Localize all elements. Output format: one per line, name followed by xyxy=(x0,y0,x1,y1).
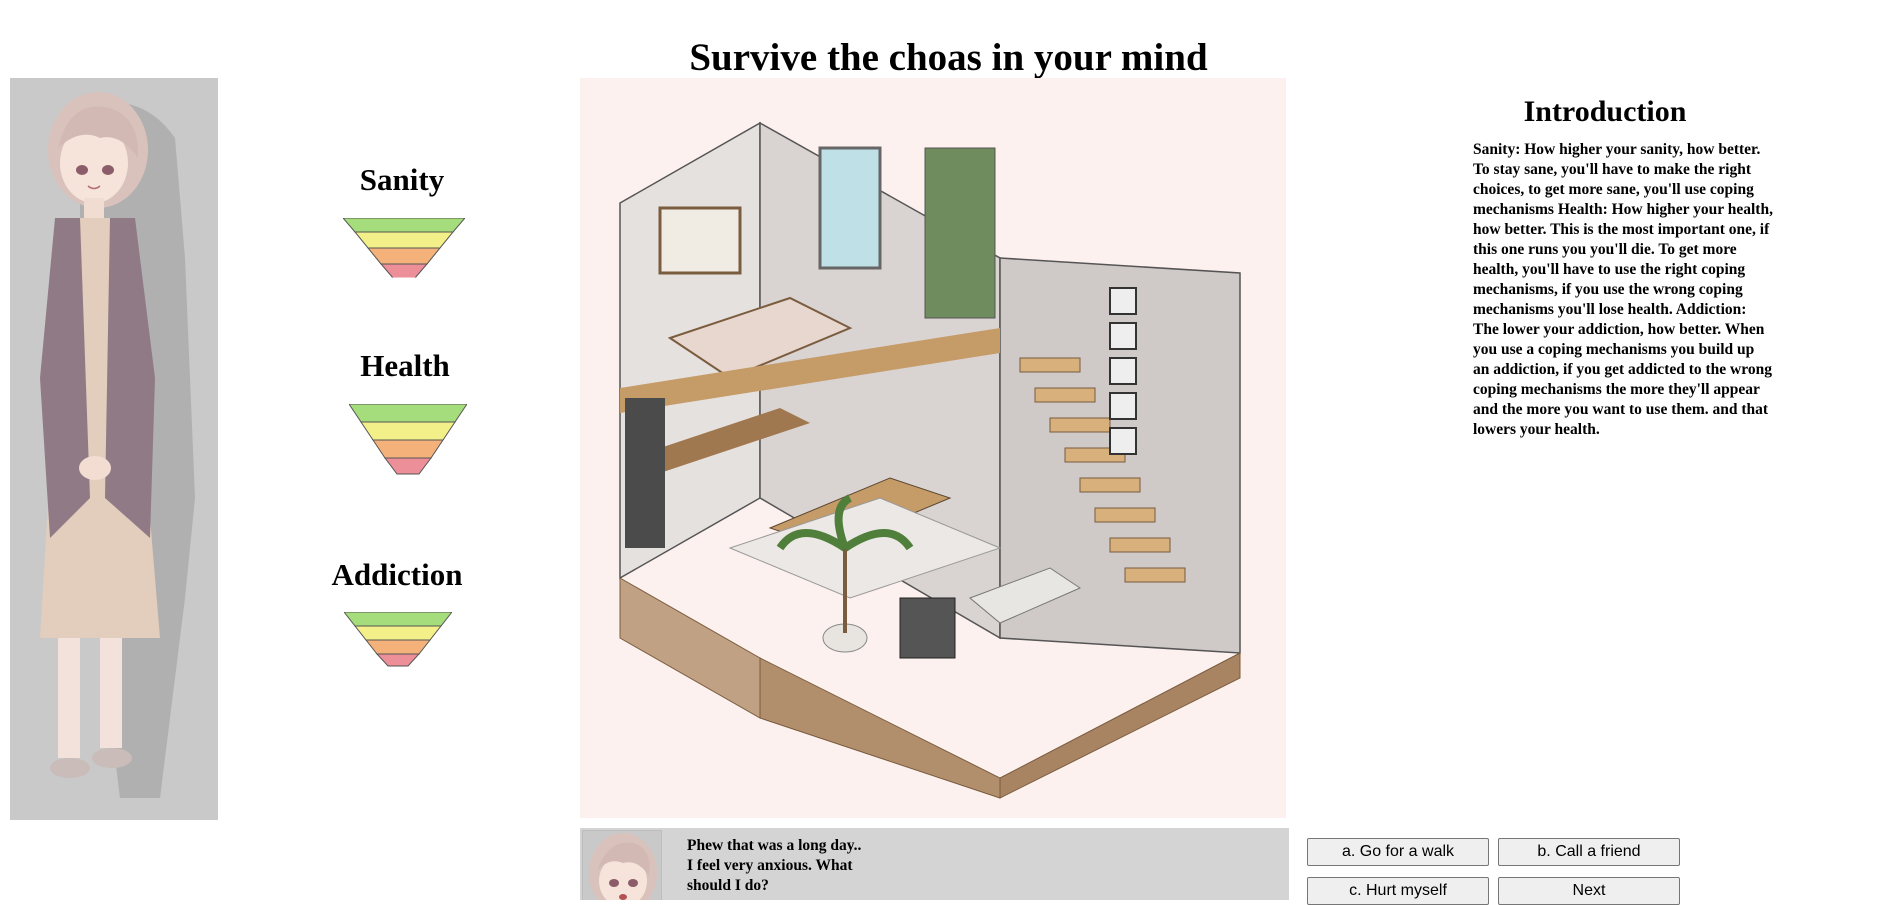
health-meter xyxy=(349,404,467,475)
choice-hurt-myself-button[interactable]: c. Hurt myself xyxy=(1307,877,1489,905)
introduction-text: Sanity: How higher your sanity, how bett… xyxy=(1473,141,1773,438)
sanity-label: Sanity xyxy=(359,162,445,197)
dialog-text: Phew that was a long day.. I feel very a… xyxy=(687,837,862,894)
choice-go-for-a-walk-button[interactable]: a. Go for a walk xyxy=(1307,838,1489,866)
room-scene xyxy=(580,78,1286,818)
choice-call-a-friend-button[interactable]: b. Call a friend xyxy=(1498,838,1680,866)
sanity-meter xyxy=(343,218,465,291)
introduction-heading: Introduction xyxy=(1523,95,1687,128)
health-label: Health xyxy=(360,348,450,383)
character-portrait xyxy=(10,78,218,820)
dialog-box: Phew that was a long day.. I feel very a… xyxy=(580,828,1289,900)
dialog-avatar xyxy=(582,830,662,900)
next-button[interactable]: Next xyxy=(1498,877,1680,905)
addiction-meter xyxy=(344,612,452,667)
addiction-label: Addiction xyxy=(331,557,463,592)
game-title: Survive the choas in your mind xyxy=(689,36,1208,79)
